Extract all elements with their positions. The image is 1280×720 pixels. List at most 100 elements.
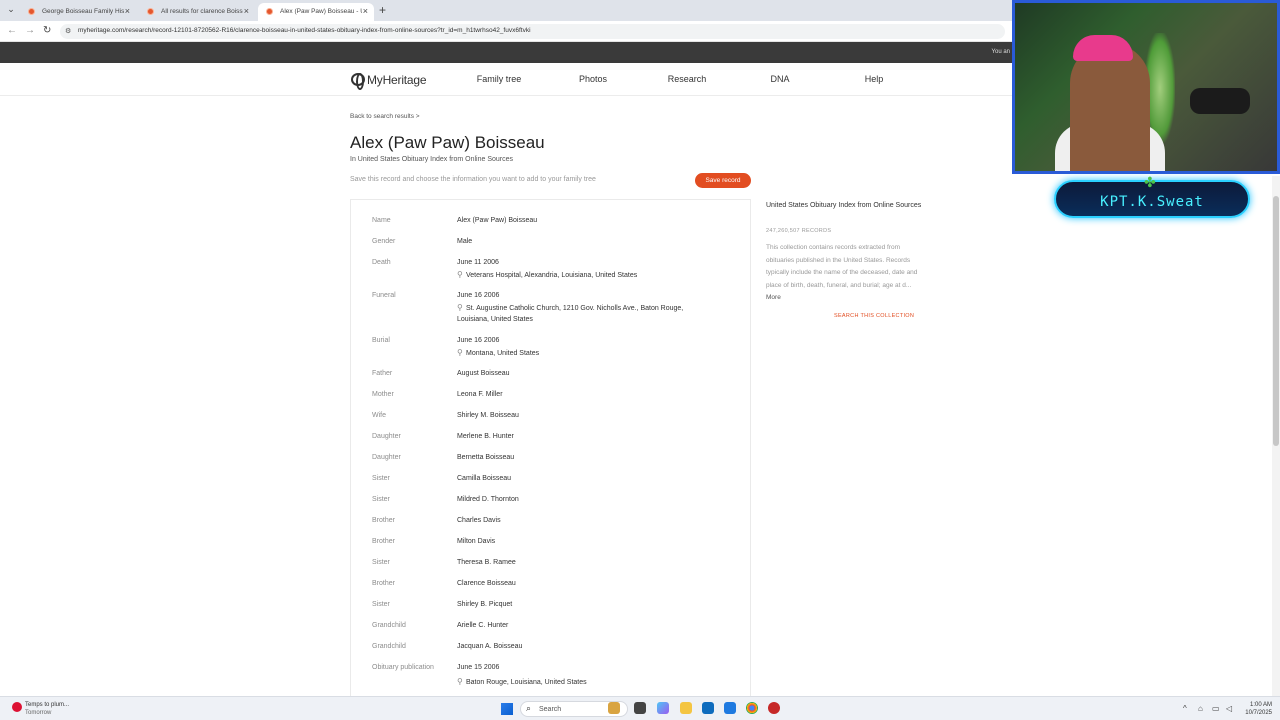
tray-chevron-icon[interactable]: ^ (1183, 704, 1187, 713)
browser-tab[interactable]: All results for clarence Boisseau × (139, 3, 255, 21)
clock-date: 10/7/2025 (1245, 710, 1272, 716)
myheritage-favicon-icon (147, 8, 154, 15)
myheritage-logo[interactable]: MyHeritage (351, 72, 427, 90)
relative-link[interactable]: Shirley M. Boisseau (457, 410, 519, 422)
field-label: Grandchild (372, 643, 406, 650)
reload-icon[interactable]: ↻ (43, 25, 51, 36)
chrome-icon[interactable] (746, 702, 758, 714)
field-value: Alex (Paw Paw) Boisseau (457, 217, 538, 224)
save-record-hint: Save this record and choose the informat… (350, 176, 596, 183)
place-text: St. Augustine Catholic Church, 1210 Gov.… (466, 305, 684, 312)
forward-arrow-icon[interactable]: → (25, 25, 35, 36)
relative-link[interactable]: Arielle C. Hunter (457, 620, 508, 632)
weather-subtext: Tomorrow (25, 710, 52, 716)
field-label: Daughter (372, 433, 401, 440)
field-value: June 15 2006 (457, 664, 500, 671)
weather-icon (12, 702, 22, 712)
store-icon[interactable] (702, 702, 714, 714)
new-tab-button[interactable]: + (379, 3, 386, 17)
relative-link[interactable]: Merlene B. Hunter (457, 431, 514, 443)
system-clock[interactable]: 1:00 AM 10/7/2025 (1238, 701, 1272, 717)
save-record-button[interactable]: Save record (695, 173, 751, 188)
field-label: Death (372, 259, 391, 266)
collection-title-link[interactable]: United States Obituary Index from Online… (766, 200, 926, 212)
field-place: ⚲ Montana, United States (457, 347, 539, 360)
streamer-figure (1070, 43, 1150, 171)
close-tab-icon[interactable]: × (125, 6, 130, 16)
place-text-continued: Louisiana, United States (457, 316, 533, 323)
place-text: Veterans Hospital, Alexandria, Louisiana… (466, 272, 638, 279)
field-label: Brother (372, 517, 395, 524)
relative-link[interactable]: Bernetta Boisseau (457, 452, 514, 464)
location-pin-icon: ⚲ (457, 677, 463, 686)
place-text: Montana, United States (466, 350, 540, 357)
search-collection-link[interactable]: SEARCH THIS COLLECTION (834, 313, 914, 319)
field-label: Gender (372, 238, 396, 245)
taskbar: Temps to plum... Tomorrow ⌕ Search ^ ⌂ ▭… (0, 696, 1280, 720)
streamer-cap (1073, 35, 1133, 61)
site-info-icon[interactable]: ⚙ (65, 27, 71, 35)
page-scrollbar[interactable] (1272, 176, 1280, 696)
more-link[interactable]: More (766, 294, 781, 301)
relative-link[interactable]: Jacquan A. Boisseau (457, 641, 522, 653)
close-tab-icon[interactable]: × (244, 6, 249, 16)
windows-start-icon[interactable] (501, 703, 513, 715)
microphone-icon[interactable]: ⌂ (1198, 704, 1203, 713)
location-pin-icon: ⚲ (457, 303, 463, 312)
url-input[interactable]: ⚙ myheritage.com/research/record-12101-8… (60, 24, 1005, 39)
back-to-search-link[interactable]: Back to search results > (350, 113, 420, 120)
field-value: June 11 2006 (457, 259, 499, 266)
nav-help[interactable]: Help (834, 74, 914, 84)
copilot-icon[interactable] (657, 702, 669, 714)
tab-title: All results for clarence Boisseau (161, 8, 243, 15)
field-label: Sister (372, 475, 390, 482)
collection-description-text: This collection contains records extract… (766, 244, 918, 289)
task-view-icon[interactable] (634, 702, 646, 714)
nav-photos[interactable]: Photos (553, 74, 633, 84)
badge-text: KPT.K.Sweat (1100, 194, 1204, 210)
relative-link[interactable]: Mildred D. Thornton (457, 494, 519, 506)
field-label: Mother (372, 391, 394, 398)
site-top-strip: You an (0, 42, 1012, 63)
relative-link[interactable]: Charles Davis (457, 515, 501, 527)
browser-tab[interactable]: George Boisseau Family Histor... × (20, 3, 136, 21)
streamer-name-badge: ✤ KPT.K.Sweat (1054, 174, 1250, 218)
app-icon[interactable] (608, 702, 620, 714)
relative-link[interactable]: Milton Davis (457, 536, 495, 548)
relative-link[interactable]: Camilla Boisseau (457, 473, 511, 485)
record-collection-subtitle: In United States Obituary Index from Onl… (350, 156, 514, 163)
tab-search-icon[interactable]: ⌄ (4, 4, 18, 16)
field-label: Burial (372, 337, 390, 344)
relative-link[interactable]: Theresa B. Ramee (457, 557, 516, 569)
field-label: Sister (372, 601, 390, 608)
collection-record-count: 247,260,507 RECORDS (766, 228, 832, 234)
relative-link[interactable]: Leona F. Miller (457, 389, 503, 401)
volume-icon[interactable]: ◁ (1226, 704, 1232, 713)
scrollbar-thumb[interactable] (1273, 196, 1279, 446)
network-icon[interactable]: ▭ (1212, 704, 1220, 713)
file-explorer-icon[interactable] (680, 702, 692, 714)
site-header: MyHeritage Family tree Photos Research D… (0, 63, 1012, 96)
myheritage-favicon-icon (266, 8, 273, 15)
back-arrow-icon[interactable]: ← (7, 25, 17, 36)
field-label: Grandchild (372, 622, 406, 629)
webcam-overlay (1012, 0, 1280, 174)
close-tab-icon[interactable]: × (363, 6, 368, 16)
relative-link[interactable]: Shirley B. Picquet (457, 599, 512, 611)
mail-icon[interactable] (724, 702, 736, 714)
nav-research[interactable]: Research (647, 74, 727, 84)
location-pin-icon: ⚲ (457, 270, 463, 279)
field-place: ⚲ Veterans Hospital, Alexandria, Louisian… (457, 269, 637, 282)
field-label: Wife (372, 412, 386, 419)
field-value: June 16 2006 (457, 292, 500, 299)
relative-link[interactable]: August Boisseau (457, 368, 510, 380)
field-label: Daughter (372, 454, 401, 461)
nav-family-tree[interactable]: Family tree (459, 74, 539, 84)
relative-link[interactable]: Clarence Boisseau (457, 578, 516, 590)
place-text: Baton Rouge, Louisiana, United States (466, 679, 587, 686)
nav-dna[interactable]: DNA (740, 74, 820, 84)
obs-icon[interactable] (768, 702, 780, 714)
browser-tab-active[interactable]: Alex (Paw Paw) Boisseau - Unit... × (258, 3, 374, 21)
weather-widget[interactable]: Temps to plum... Tomorrow (12, 701, 69, 717)
weather-text: Temps to plum... (25, 702, 70, 708)
